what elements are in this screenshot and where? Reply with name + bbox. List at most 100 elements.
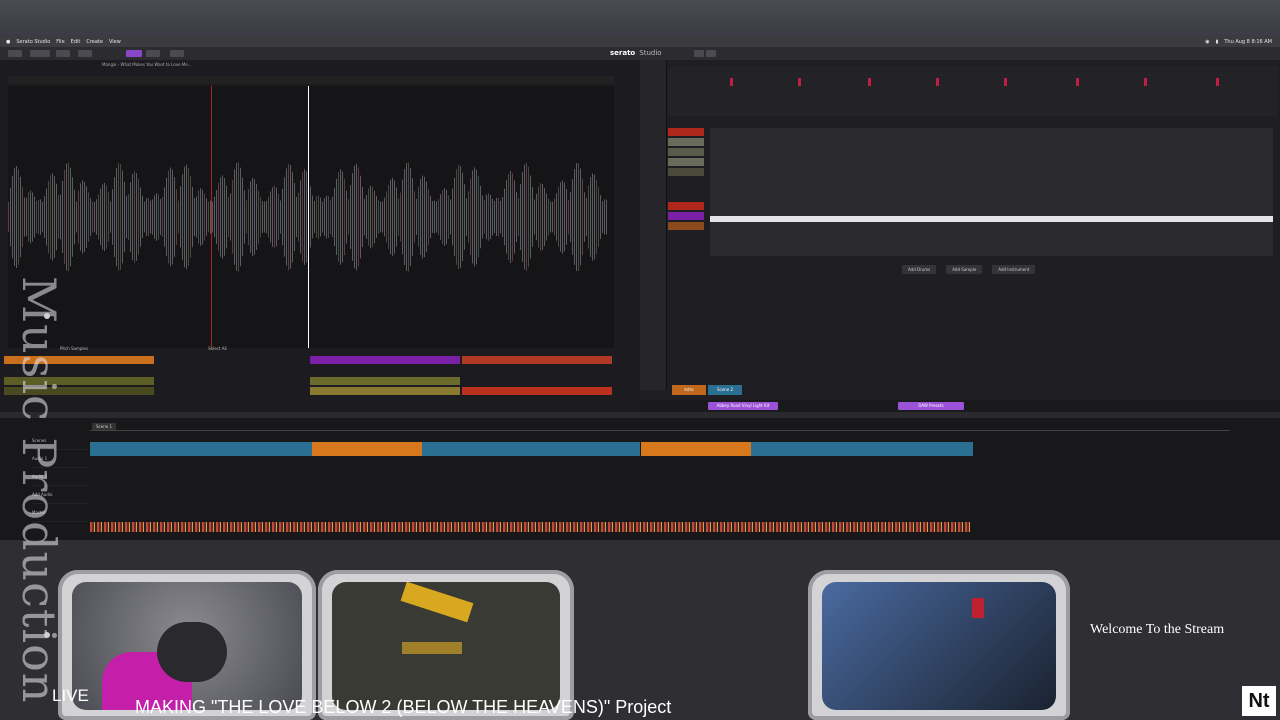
waveform-bar [568,199,569,235]
song-timeline[interactable] [90,424,1230,431]
waveform-bar [286,168,287,266]
clip-block[interactable] [422,442,640,456]
waveform-bar [530,175,531,259]
pad-2[interactable] [310,356,460,364]
menu-app-name[interactable]: Serato Studio [16,39,50,45]
waveform-bar [540,183,541,251]
waveform-bar [338,172,339,262]
waveform-bar [508,173,509,261]
mixer-button[interactable] [146,50,160,57]
waveform-bar [506,180,507,254]
kit-selector[interactable]: Abbey Road Vinyl Light Kit [708,402,778,410]
browser-button[interactable] [56,50,70,57]
pattern-marker[interactable] [1004,78,1007,86]
wifi-icon[interactable]: ◉ [1205,39,1209,45]
pattern-selection[interactable] [710,216,1273,222]
live-label: LIVE [52,686,89,705]
waveform-bar [280,200,281,234]
add-drums-button[interactable]: Add Drums [902,265,937,274]
waveform-bar [208,201,209,233]
waveform-bar [340,169,341,265]
pad-5[interactable] [310,377,460,385]
pattern-marker[interactable] [1216,78,1219,86]
waveform-bar [306,171,307,263]
pattern-marker[interactable] [936,78,939,86]
drum-lane-7[interactable] [668,212,704,220]
library-button[interactable] [30,50,50,57]
menu-edit[interactable]: Edit [71,39,81,45]
side-dot [44,632,50,638]
song-scene-selector[interactable]: Scene 1 [92,423,117,430]
waveform-bar [112,189,113,245]
pad-8[interactable] [462,387,612,395]
waveform-bar [74,189,75,245]
add-instrument-button[interactable]: Add Instrument [992,265,1036,274]
scene-intro[interactable]: Intro [672,385,706,395]
waveform-bar [100,188,101,246]
battery-icon[interactable]: ▮ [1216,39,1219,45]
pattern-marker[interactable] [1144,78,1147,86]
clip-block[interactable] [751,442,973,456]
waveform-overview[interactable] [8,76,614,84]
menu-button[interactable] [8,50,22,57]
drum-lane-2[interactable] [668,138,704,146]
add-sample-button[interactable]: Add Sample [946,265,983,274]
waveform-bar [142,195,143,239]
waveform-bar [186,164,187,270]
waveform-bar [316,196,317,238]
menu-view[interactable]: View [109,39,121,45]
pattern-marker[interactable] [868,78,871,86]
pattern-marker[interactable] [798,78,801,86]
waveform-bar [312,195,313,239]
pattern-grid[interactable] [710,128,1273,256]
waveform-bar [430,195,431,239]
apple-icon[interactable]: ● [6,39,10,45]
scene-2[interactable]: Scene 2 [708,385,742,395]
clip-block[interactable] [641,442,751,456]
playhead[interactable] [308,86,309,348]
view-button[interactable] [78,50,92,57]
menu-create[interactable]: Create [86,39,103,45]
waveform-bar [264,201,265,233]
drum-lane-6[interactable] [668,202,704,210]
waveform-bar [572,179,573,255]
waveform-bar [366,195,367,239]
save-button[interactable] [694,50,704,57]
menu-clock[interactable]: Thu Aug 8 8:16 AM [1224,39,1272,45]
cue-marker[interactable] [211,86,212,348]
waveform-bar [230,193,231,241]
person-head [157,622,227,682]
menu-file[interactable]: File [56,39,64,45]
waveform-bar [152,199,153,235]
pad-7[interactable] [310,387,460,395]
drum-lane-3[interactable] [668,148,704,156]
drum-lane-4[interactable] [668,158,704,166]
drum-lane-1[interactable] [668,128,704,136]
pattern-marker[interactable] [1076,78,1079,86]
project-title: MAKING "THE LOVE BELOW 2 (BELOW THE HEAV… [135,697,672,717]
waveform-bar [424,176,425,258]
export-button[interactable] [706,50,716,57]
waveform-bar [386,191,387,243]
app-toolbar: serato Studio [0,47,1280,61]
waveform-bar [360,175,361,259]
deck-mode-button[interactable] [126,50,142,57]
drum-lane-5[interactable] [668,168,704,176]
clip-block[interactable] [90,442,312,456]
clip-block[interactable] [312,442,422,456]
drum-lane-8[interactable] [668,222,704,230]
waveform-bar [466,198,467,236]
waveform-bar [90,197,91,237]
waveform-bar [544,188,545,246]
sample-pads [0,344,640,412]
fx-button[interactable] [170,50,184,57]
waveform-bar [370,185,371,249]
pad-3[interactable] [462,356,612,364]
waveform-bar [218,182,219,252]
webcam-feed-2 [332,582,560,710]
waveform-bar [96,199,97,235]
waveform-display[interactable] [8,86,614,348]
pattern-marker[interactable] [730,78,733,86]
preset-selector[interactable]: DAW Presets [898,402,964,410]
waveform-bar [14,168,15,266]
